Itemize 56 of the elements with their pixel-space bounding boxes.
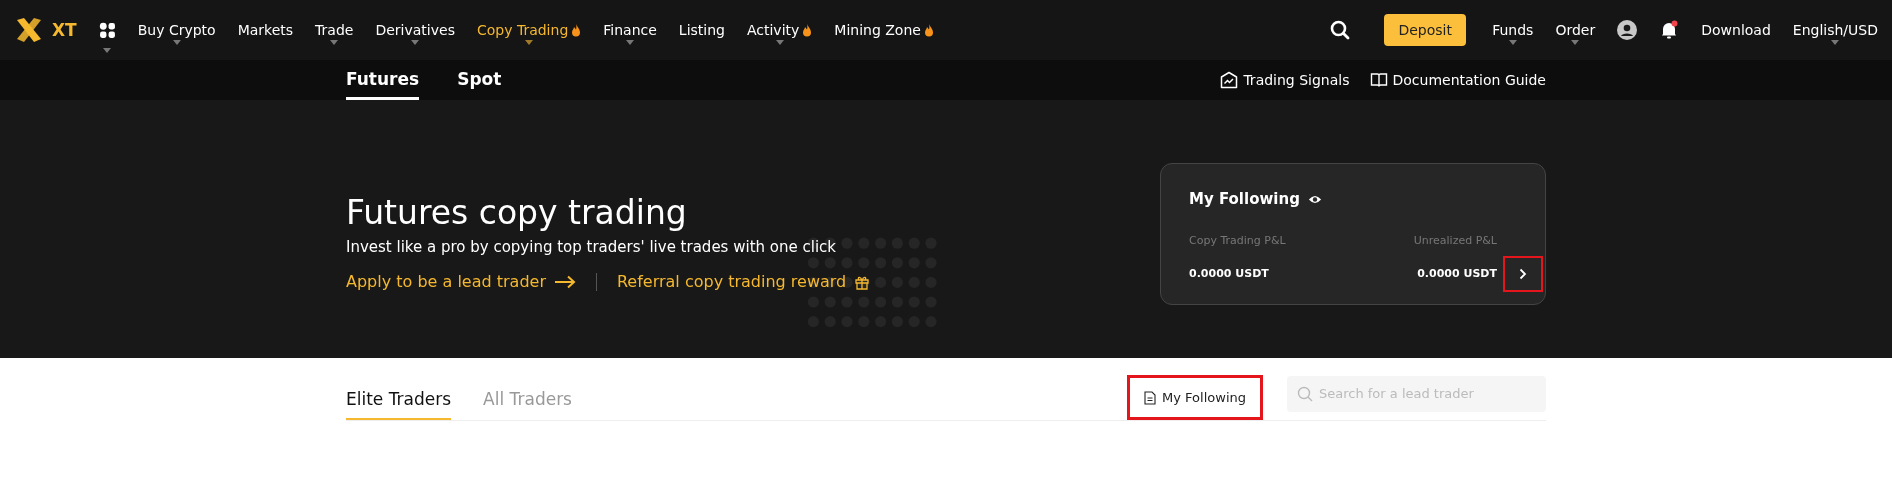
apps-grid-icon[interactable]	[98, 21, 116, 39]
sub-tab[interactable]: Spot	[457, 60, 502, 100]
hero-subtitle: Invest like a pro by copying top traders' live trades with one click	[346, 238, 837, 256]
nav-link[interactable]: Activity	[746, 14, 813, 46]
nav-link[interactable]: Funds	[1492, 14, 1534, 46]
nav-link[interactable]: Derivatives	[375, 14, 455, 46]
nav-link[interactable]: Mining Zone	[834, 14, 934, 46]
deposit-button[interactable]: Deposit	[1384, 14, 1467, 46]
book-icon	[1369, 71, 1388, 89]
flame-icon	[571, 23, 582, 37]
bell-icon[interactable]	[1659, 20, 1680, 40]
stat-value: 0.0000 USDT	[1189, 267, 1270, 280]
chevron-right-icon	[1519, 268, 1527, 280]
caret-icon	[411, 40, 420, 45]
caret-icon	[525, 40, 534, 45]
nav-link[interactable]: Trade	[315, 14, 354, 46]
stat-value: 0.0000 USDT	[1417, 267, 1497, 280]
caret-icon	[1508, 40, 1517, 45]
logo-text[interactable]: XT	[52, 20, 77, 40]
logo-icon[interactable]	[14, 15, 44, 45]
search-icon	[1297, 385, 1313, 402]
download-link[interactable]: Download	[1701, 22, 1771, 38]
caret-icon	[103, 47, 112, 53]
nav-link[interactable]: Markets	[237, 14, 294, 46]
card-title: My Following	[1189, 190, 1300, 208]
hero-title: Futures copy trading	[346, 193, 688, 232]
arrow-right-icon	[553, 274, 576, 289]
trader-tab[interactable]: Elite Traders	[346, 375, 452, 420]
caret-icon	[1571, 40, 1580, 45]
sub-nav-link[interactable]: Trading Signals	[1220, 71, 1350, 89]
my-following-button[interactable]: My Following	[1127, 375, 1263, 420]
caret-icon	[626, 40, 635, 45]
nav-link[interactable]: Finance	[603, 14, 657, 46]
stat-label: Unrealized P&L	[1413, 234, 1497, 247]
hero-link[interactable]: Apply to be a lead trader	[346, 272, 576, 291]
caret-icon	[172, 40, 181, 45]
sub-nav-link[interactable]: Documentation Guide	[1369, 71, 1546, 89]
language-selector[interactable]: English/USD	[1792, 14, 1878, 46]
hero-link[interactable]: Referral copy trading reward	[616, 272, 871, 291]
caret-icon	[330, 40, 339, 45]
nav-link[interactable]: Listing	[678, 14, 725, 46]
chart-icon	[1220, 71, 1239, 89]
caret-icon	[1831, 40, 1840, 45]
search-icon[interactable]	[1330, 20, 1351, 40]
search-field[interactable]: Search for a lead trader	[1287, 375, 1546, 412]
flame-icon	[923, 23, 934, 37]
nav-link[interactable]: Order	[1555, 14, 1596, 46]
caret-icon	[775, 40, 784, 45]
avatar-icon[interactable]	[1617, 20, 1638, 40]
flame-icon	[802, 23, 813, 37]
card-arrow-button[interactable]	[1503, 256, 1543, 292]
eye-icon[interactable]	[1307, 193, 1322, 205]
nav-link[interactable]: Buy Crypto	[137, 14, 216, 46]
nav-link[interactable]: Copy Trading	[476, 14, 582, 46]
document-icon	[1144, 390, 1157, 405]
stat-label: Copy Trading P&L	[1189, 234, 1287, 247]
